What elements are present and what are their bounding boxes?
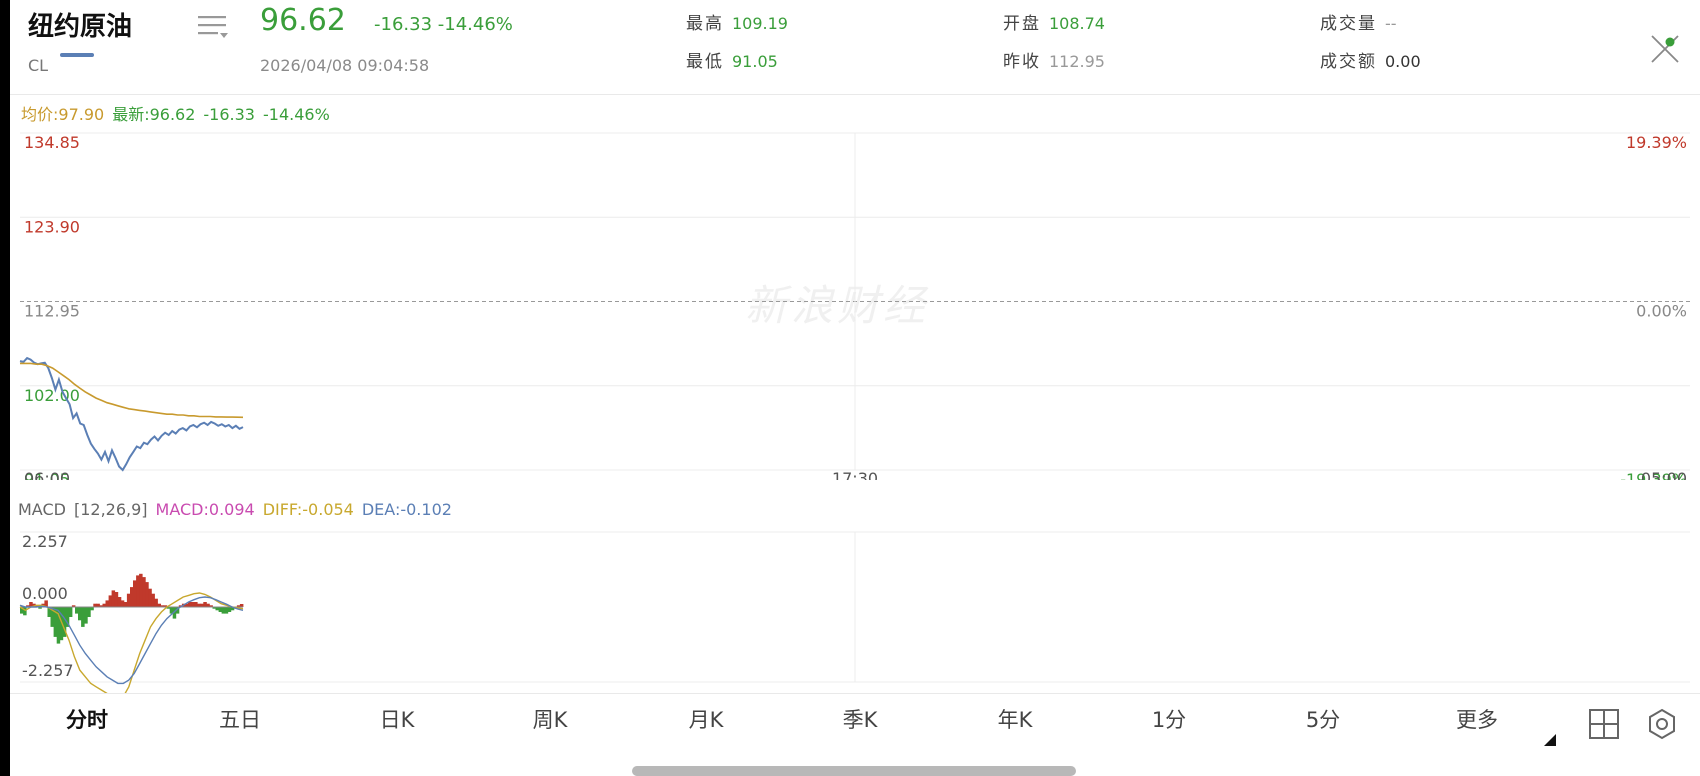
tab-3[interactable]: 周K [533,704,568,734]
macd-bar [126,593,131,607]
macd-bar [111,590,116,607]
tab-6[interactable]: 年K [998,704,1033,734]
macd-bar [108,595,113,607]
macd-bar [133,580,137,607]
tab-0[interactable]: 分时 [66,704,108,734]
macd-bar [142,577,146,607]
macd-bar [154,598,158,607]
macd-bar [194,602,198,607]
macd-bar [105,600,109,607]
macd-bar [203,602,207,607]
macd-bar [123,602,128,607]
macd-y-tick-label: 2.257 [22,532,68,551]
macd-bar [227,607,232,612]
macd-bar [191,602,195,607]
grid-icon[interactable] [1588,708,1620,740]
triangle-corner-icon[interactable] [1544,734,1556,746]
settings-hexagon-icon[interactable] [1646,708,1678,740]
macd-bar [84,607,88,624]
macd-y-tick-label: -2.257 [22,661,74,680]
macd-bar [120,600,125,607]
macd-bar [224,607,229,614]
macd-bar [81,607,85,627]
active-tab-indicator [60,53,94,57]
home-indicator[interactable] [632,766,1076,776]
macd-bar [136,575,140,607]
macd-bar [218,607,223,612]
macd-y-tick-label: 0.000 [22,584,68,603]
macd-bar [130,587,134,607]
macd-bar [148,588,152,607]
period-tabs: 分时 五日 日K 周K 月K 季K 年K 1分 5分 更多 [10,693,1700,754]
tab-9[interactable]: 更多 [1456,704,1498,734]
tab-2[interactable]: 日K [380,704,415,734]
macd-bar [78,607,82,621]
tab-4[interactable]: 月K [689,704,724,734]
macd-bar [151,593,155,607]
macd-bar [117,597,122,607]
tab-8[interactable]: 5分 [1306,704,1340,734]
macd-bar [114,592,119,607]
macd-bar [221,607,226,614]
macd-bar [139,573,143,607]
macd-bar [145,582,149,607]
macd-bar [68,607,73,617]
macd-bar [87,607,91,617]
macd-bar [75,607,79,614]
tab-5[interactable]: 季K [843,704,878,734]
tab-1[interactable]: 五日 [219,704,261,734]
macd-chart[interactable]: 2.257 0.000 -2.257 [0,0,1700,700]
tab-7[interactable]: 1分 [1152,704,1186,734]
macd-bar [23,607,27,616]
